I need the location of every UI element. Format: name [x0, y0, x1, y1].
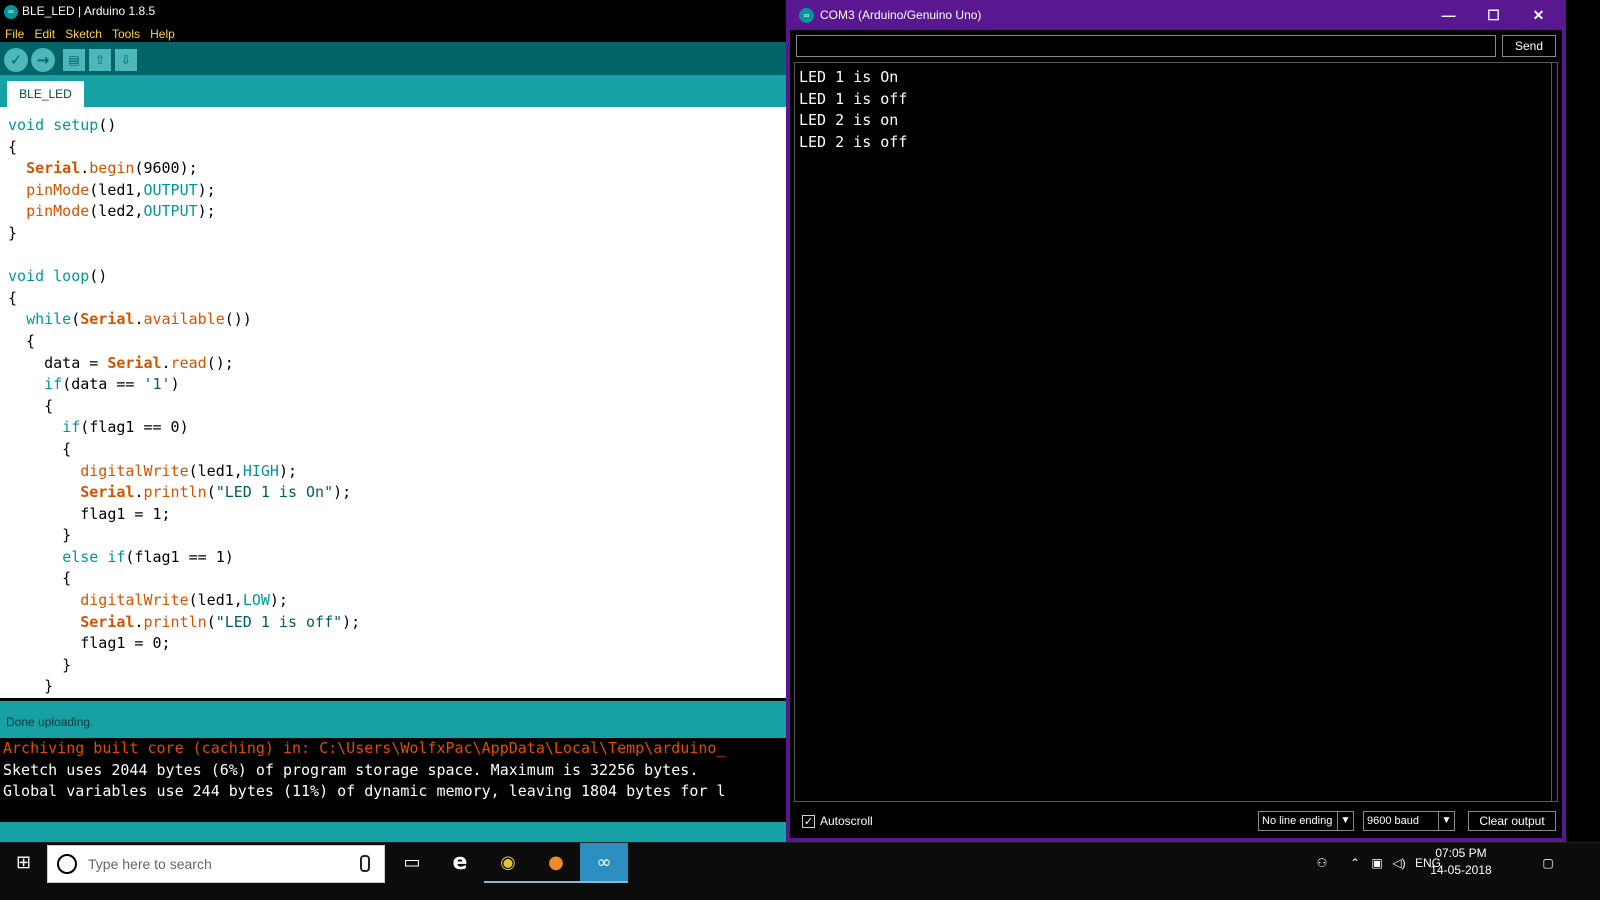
serial-titlebar: ∞ COM3 (Arduino/Genuino Uno) — ☐ ✕ — [786, 0, 1566, 30]
serial-monitor-window: ∞ COM3 (Arduino/Genuino Uno) — ☐ ✕ Send … — [786, 0, 1566, 842]
code-editor[interactable]: void setup() { Serial.begin(9600); pinMo… — [0, 107, 800, 701]
verify-button[interactable]: ✓ — [4, 48, 28, 72]
serial-controls: ✓ Autoscroll No line ending ▼ 9600 baud … — [790, 806, 1562, 838]
ide-footer — [0, 822, 800, 842]
arduino-logo-icon: ∞ — [4, 5, 18, 19]
ide-menubar: File Edit Sketch Tools Help — [0, 23, 800, 42]
line-ending-select[interactable]: No line ending ▼ — [1258, 811, 1354, 831]
arduino-ide-window: ∞ BLE_LED | Arduino 1.8.5 File Edit Sket… — [0, 0, 800, 862]
serial-send-input[interactable] — [796, 35, 1496, 57]
arduino-icon: ∞ — [596, 852, 612, 873]
task-view-icon: ▭ — [403, 852, 421, 873]
chevron-up-icon[interactable]: ⌃ — [1344, 843, 1366, 883]
baud-rate-value: 9600 baud — [1367, 815, 1419, 827]
firefox-icon: ● — [548, 852, 564, 873]
tab-ble-led[interactable]: BLE_LED — [7, 81, 84, 107]
line-ending-value: No line ending — [1262, 815, 1333, 827]
ide-tabbar: BLE_LED — [0, 75, 800, 107]
console-line: Sketch uses 2044 bytes (6%) of program s… — [3, 760, 699, 779]
console-line: Global variables use 244 bytes (11%) of … — [3, 782, 726, 801]
clear-output-button[interactable]: Clear output — [1468, 811, 1556, 831]
maximize-button[interactable]: ☐ — [1471, 0, 1516, 30]
ide-window-title: BLE_LED | Arduino 1.8.5 — [22, 4, 156, 18]
volume-icon[interactable]: ◁) — [1388, 843, 1410, 883]
autoscroll-label: Autoscroll — [820, 814, 873, 828]
serial-output[interactable]: LED 1 is On LED 1 is off LED 2 is on LED… — [794, 62, 1558, 802]
windows-logo-icon: ⊞ — [15, 852, 32, 873]
chrome-button[interactable]: ◉ — [484, 843, 532, 883]
checkmark-icon: ✓ — [803, 815, 814, 828]
serial-window-title: COM3 (Arduino/Genuino Uno) — [820, 8, 982, 22]
close-button[interactable]: ✕ — [1516, 0, 1561, 30]
save-sketch-button[interactable]: ⇩ — [115, 49, 137, 71]
upload-button[interactable]: → — [31, 48, 55, 72]
arduino-logo-icon: ∞ — [799, 8, 814, 23]
firefox-button[interactable]: ● — [532, 843, 580, 883]
people-icon[interactable]: ⚇ — [1310, 843, 1334, 883]
output-line: LED 1 is On — [799, 68, 899, 86]
cortana-icon — [57, 854, 77, 874]
output-line: LED 2 is on — [799, 111, 899, 130]
action-center-icon[interactable]: ▢ — [1530, 843, 1566, 883]
start-button[interactable]: ⊞ — [0, 843, 47, 883]
task-view-button[interactable]: ▭ — [388, 843, 436, 883]
ide-toolbar: ✓ → ▤ ⇧ ⇩ — [0, 42, 800, 75]
clock-date: 14-05-2018 — [1430, 863, 1492, 877]
arrow-right-icon: → — [36, 51, 50, 69]
chrome-icon: ◉ — [500, 852, 516, 873]
windows-taskbar: ⊞ Type here to search ▭ e ◉ ● ∞ ⚇ ⌃ ▣ ◁)… — [0, 842, 1600, 900]
sketch-code[interactable]: void setup() { Serial.begin(9600); pinMo… — [8, 115, 360, 698]
status-text: Done uploading. — [6, 715, 94, 729]
clock-time: 07:05 PM — [1435, 846, 1487, 860]
taskbar-search-box[interactable]: Type here to search — [47, 845, 385, 883]
ide-titlebar: ∞ BLE_LED | Arduino 1.8.5 — [0, 0, 800, 23]
search-placeholder: Type here to search — [88, 856, 212, 872]
serial-body: Send LED 1 is On LED 1 is off LED 2 is o… — [790, 30, 1562, 838]
status-bar: Done uploading. — [0, 704, 800, 738]
output-console: Archiving built core (caching) in: C:\Us… — [0, 738, 800, 822]
network-icon[interactable]: ▣ — [1366, 843, 1388, 883]
edge-button[interactable]: e — [436, 843, 484, 883]
send-button[interactable]: Send — [1502, 35, 1556, 57]
new-sketch-button[interactable]: ▤ — [63, 49, 85, 71]
chevron-down-icon: ▼ — [1438, 812, 1454, 830]
taskbar-clock[interactable]: 07:05 PM 14-05-2018 — [1424, 845, 1498, 879]
check-icon: ✓ — [9, 51, 23, 69]
output-line: LED 2 is off — [799, 132, 908, 151]
minimize-button[interactable]: — — [1426, 0, 1471, 30]
vertical-scrollbar[interactable] — [1551, 63, 1557, 801]
chevron-down-icon: ▼ — [1337, 812, 1353, 830]
arrow-up-icon: ⇧ — [94, 53, 106, 67]
document-icon: ▤ — [68, 53, 80, 67]
console-line: Archiving built core (caching) in: C:\Us… — [3, 739, 726, 757]
autoscroll-checkbox[interactable]: ✓ — [802, 815, 815, 828]
arduino-taskbar-button[interactable]: ∞ — [580, 843, 628, 883]
open-sketch-button[interactable]: ⇧ — [89, 49, 111, 71]
baud-rate-select[interactable]: 9600 baud ▼ — [1363, 811, 1455, 831]
edge-icon: e — [452, 850, 468, 875]
microphone-icon[interactable] — [360, 855, 370, 872]
arrow-down-icon: ⇩ — [120, 53, 132, 67]
output-line: LED 1 is off — [799, 89, 908, 108]
